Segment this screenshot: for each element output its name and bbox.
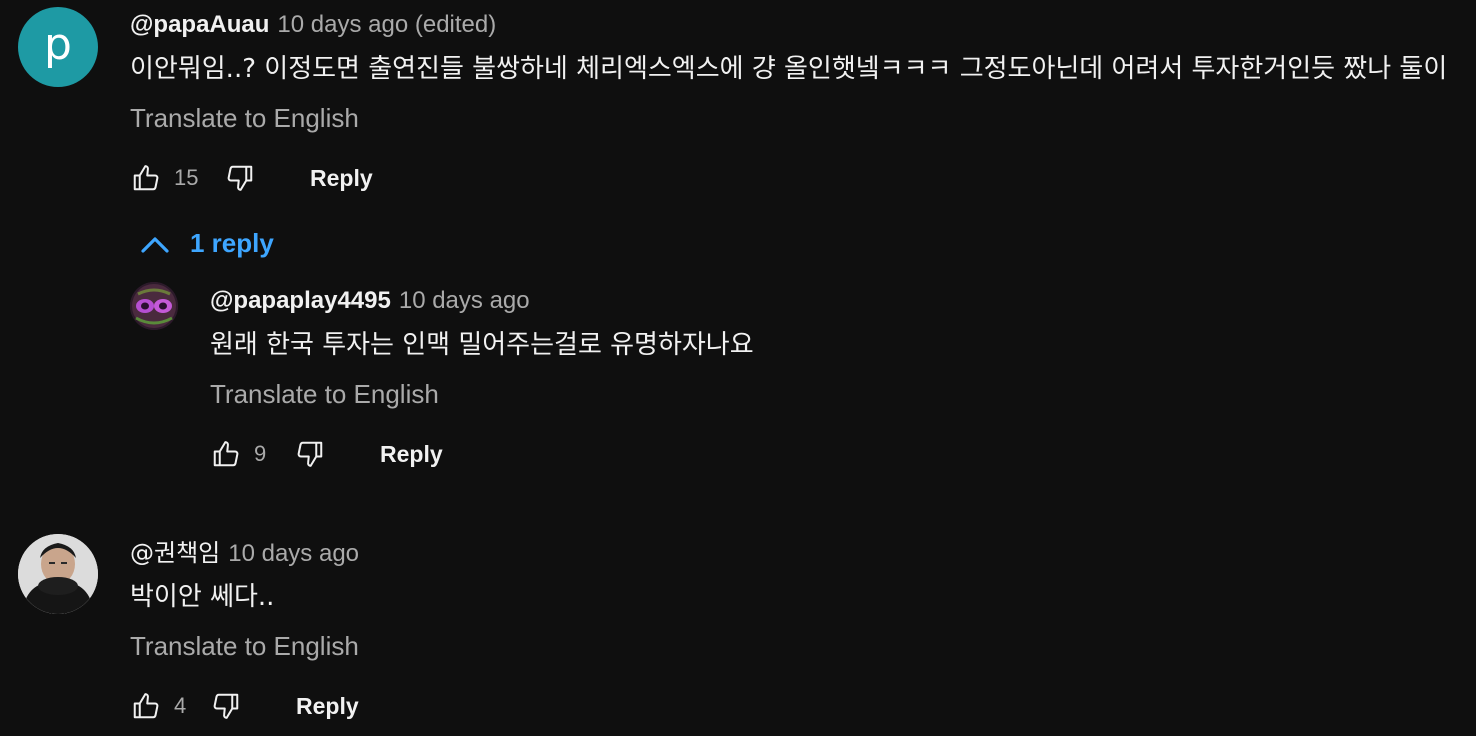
avatar[interactable]: p: [18, 7, 98, 87]
dislike-icon[interactable]: [222, 160, 258, 196]
reply-actions: 9 Reply: [208, 434, 443, 474]
like-icon[interactable]: [128, 160, 164, 196]
translate-button[interactable]: Translate to English: [130, 102, 359, 134]
comment-text: 이안뭐임..? 이정도면 출연진들 불쌍하네 체리엑스엑스에 걍 올인햇넼ㅋㅋㅋ…: [130, 54, 1448, 84]
reply-timestamp[interactable]: 10 days ago: [399, 287, 530, 314]
translate-button[interactable]: Translate to English: [130, 630, 359, 662]
comment-text: 박이안 쎄다..: [130, 582, 275, 612]
like-icon[interactable]: [208, 436, 244, 472]
avatar[interactable]: [130, 282, 178, 330]
avatar-letter: p: [44, 18, 72, 70]
reply-button[interactable]: Reply: [310, 165, 373, 192]
like-count: 4: [174, 693, 187, 718]
comment-actions: 4 Reply: [128, 686, 359, 726]
like-icon[interactable]: [128, 688, 164, 724]
reply-author[interactable]: @papaplay4495: [210, 287, 391, 314]
comment-header: @권책임 10 days ago: [130, 538, 359, 569]
reply-text: 원래 한국 투자는 인맥 밀어주는걸로 유명하자나요: [210, 330, 754, 360]
translate-button[interactable]: Translate to English: [210, 378, 439, 410]
comment-timestamp[interactable]: 10 days ago: [228, 540, 359, 567]
comments-section: p @papaAuau 10 days ago (edited) 이안뭐임..? …: [0, 0, 1476, 736]
comment-timestamp[interactable]: 10 days ago (edited): [277, 11, 496, 38]
avatar-image: [130, 282, 178, 330]
comment-author[interactable]: @권책임: [130, 539, 220, 567]
avatar-image: [18, 534, 98, 614]
comment-actions: 15 Reply: [128, 158, 373, 198]
avatar[interactable]: [18, 534, 98, 614]
comment-header: @papaAuau 10 days ago (edited): [130, 10, 496, 40]
replies-count-label: 1 reply: [190, 228, 274, 258]
reply-header: @papaplay4495 10 days ago: [210, 286, 530, 316]
dislike-icon[interactable]: [208, 688, 244, 724]
reply-button[interactable]: Reply: [380, 441, 443, 468]
chevron-up-icon: [140, 234, 190, 254]
like-count: 9: [254, 441, 267, 466]
like-count: 15: [174, 165, 199, 190]
comment-author[interactable]: @papaAuau: [130, 11, 269, 38]
replies-toggle[interactable]: 1 reply: [140, 228, 274, 259]
dislike-icon[interactable]: [292, 436, 328, 472]
reply-button[interactable]: Reply: [296, 693, 359, 720]
